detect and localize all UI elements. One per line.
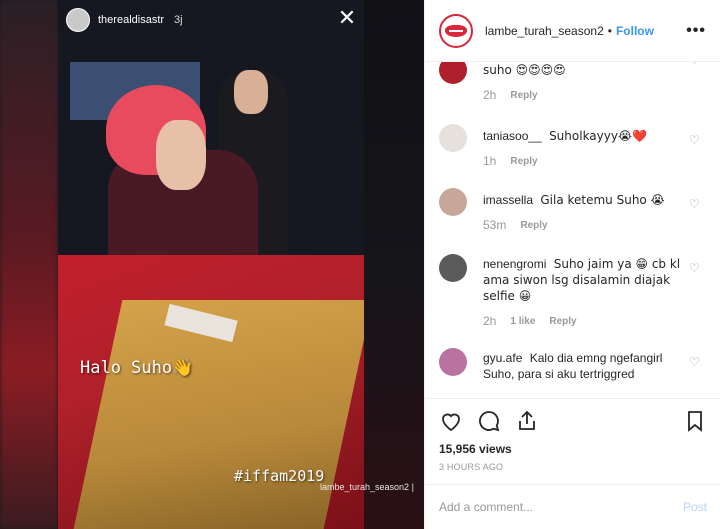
comment-text: nenengromi Suho jaim ya 😁 cb kl ama siwo… bbox=[483, 256, 683, 304]
comment-time: 1h bbox=[483, 154, 497, 168]
bookmark-icon[interactable] bbox=[683, 409, 707, 433]
comment-content: Gila ketemu Suho 😭 bbox=[540, 193, 665, 207]
add-comment-input[interactable] bbox=[439, 500, 683, 514]
like-comment-icon[interactable]: ♡ bbox=[689, 134, 701, 146]
waving-hand-icon: 👋 bbox=[172, 358, 194, 378]
post-actions: 15,956 views 3 HOURS AGO bbox=[425, 398, 720, 484]
story-watermark: lambe_turah_season2 | bbox=[320, 482, 414, 492]
story-hashtag: #iffam2019 bbox=[234, 467, 325, 485]
action-icons bbox=[439, 409, 539, 433]
comment-username[interactable]: gyu.afe bbox=[483, 351, 522, 365]
comment-avatar[interactable] bbox=[439, 124, 467, 152]
comment-username[interactable]: nenengromi bbox=[483, 257, 546, 271]
like-comment-icon[interactable]: ♡ bbox=[689, 262, 701, 274]
reply-button[interactable]: Reply bbox=[549, 316, 576, 327]
share-icon[interactable] bbox=[515, 409, 539, 433]
comment-content: Suholkayyy😭❤️ bbox=[549, 129, 647, 143]
comment-meta: 2h 1 like Reply bbox=[483, 314, 577, 328]
reply-button[interactable]: Reply bbox=[510, 156, 537, 167]
close-icon[interactable]: ✕ bbox=[336, 8, 358, 30]
comment-time: 2h bbox=[483, 314, 497, 328]
follow-button[interactable]: Follow bbox=[616, 24, 654, 38]
comment-content: suho 😍😍😍😍 bbox=[483, 63, 566, 77]
comment-username[interactable]: taniasoo__ bbox=[483, 129, 542, 143]
story-username[interactable]: therealdisastr bbox=[98, 14, 164, 26]
caption-text: Halo Suho bbox=[80, 358, 173, 378]
comment-avatar[interactable] bbox=[439, 62, 467, 84]
like-comment-icon[interactable]: ♡ bbox=[689, 198, 701, 210]
comment-avatar[interactable] bbox=[439, 188, 467, 216]
view-count[interactable]: 15,956 views bbox=[439, 442, 512, 456]
comment-meta: 2h Reply bbox=[483, 88, 538, 102]
comment-likes[interactable]: 1 like bbox=[510, 316, 535, 327]
story-header: therealdisastr 3j bbox=[66, 8, 183, 32]
post-comment-button[interactable]: Post bbox=[683, 500, 707, 514]
instagram-post-view: therealdisastr 3j ✕ Halo Suho👋 #iffam201… bbox=[0, 0, 720, 529]
separator-dot: • bbox=[607, 23, 612, 38]
story-video[interactable] bbox=[58, 0, 364, 529]
comment-username[interactable]: imassella bbox=[483, 193, 533, 207]
lips-icon bbox=[445, 24, 467, 37]
story-caption: Halo Suho👋 bbox=[80, 358, 193, 378]
story-timestamp: 3j bbox=[174, 14, 183, 26]
account-avatar[interactable] bbox=[439, 13, 473, 48]
add-comment-bar: Post bbox=[425, 484, 720, 529]
person-standing-face bbox=[234, 70, 268, 114]
more-options-icon[interactable]: ••• bbox=[686, 22, 706, 40]
comment-avatar[interactable] bbox=[439, 348, 467, 376]
story-avatar[interactable] bbox=[66, 8, 90, 32]
comment-text: taniasoo__ Suholkayyy😭❤️ bbox=[483, 128, 683, 144]
comment-time: 2h bbox=[483, 88, 497, 102]
reply-button[interactable]: Reply bbox=[510, 90, 537, 101]
comment-text: gyu.afe Kalo dia emng ngefangirl Suho, p… bbox=[483, 350, 683, 382]
comment-text: suho 😍😍😍😍 bbox=[483, 62, 683, 78]
comment-text: imassella Gila ketemu Suho 😭 bbox=[483, 192, 683, 208]
post-header: lambe_turah_season2 • Follow ••• bbox=[425, 0, 720, 62]
person-seated-face bbox=[156, 120, 206, 190]
comment-avatar[interactable] bbox=[439, 254, 467, 282]
blurred-background-left bbox=[0, 0, 58, 529]
like-comment-icon[interactable]: ♡ bbox=[689, 62, 701, 66]
comment-meta: 1h Reply bbox=[483, 154, 538, 168]
post-side-panel: lambe_turah_season2 • Follow ••• suho 😍😍… bbox=[424, 0, 720, 529]
comment-icon[interactable] bbox=[477, 409, 501, 433]
comment-time: 53m bbox=[483, 218, 507, 232]
like-comment-icon[interactable]: ♡ bbox=[689, 356, 701, 368]
media-pane: therealdisastr 3j ✕ Halo Suho👋 #iffam201… bbox=[0, 0, 424, 529]
post-timestamp: 3 HOURS AGO bbox=[439, 462, 504, 472]
blurred-background-right bbox=[364, 0, 424, 529]
reply-button[interactable]: Reply bbox=[520, 220, 547, 231]
comment-meta: 53m Reply bbox=[483, 218, 548, 232]
comments-list[interactable]: suho 😍😍😍😍 2h Reply ♡ taniasoo__ Suholkay… bbox=[425, 62, 720, 398]
heart-icon[interactable] bbox=[439, 409, 463, 433]
account-name[interactable]: lambe_turah_season2 bbox=[485, 24, 604, 38]
